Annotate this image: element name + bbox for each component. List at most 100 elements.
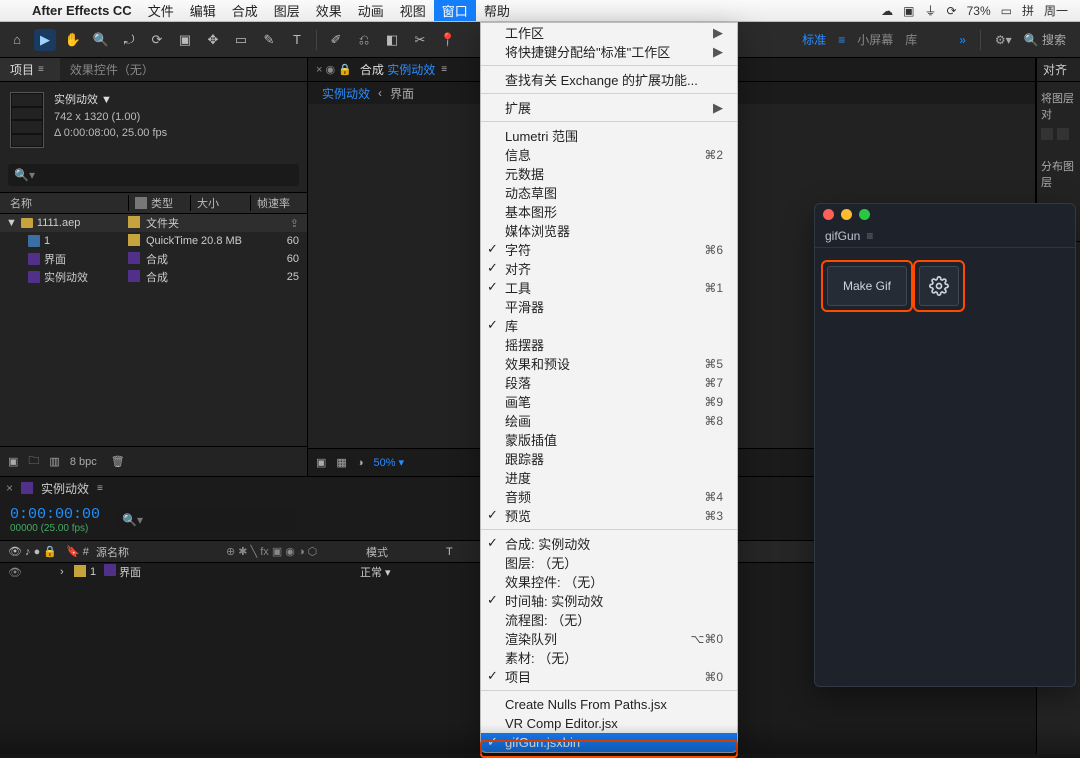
menu-item[interactable]: 跟踪器 — [481, 449, 737, 468]
breadcrumb-comp[interactable]: 实例动效 — [322, 85, 370, 102]
menu-item[interactable]: 平滑器 — [481, 297, 737, 316]
anchor-tool-icon[interactable]: ✥ — [202, 29, 224, 51]
menu-item[interactable]: 画笔⌘9 — [481, 392, 737, 411]
project-row[interactable]: 1 QuickTime 20.8 MB 60 — [0, 232, 307, 250]
gifgun-settings-button[interactable] — [919, 266, 959, 306]
menu-item[interactable]: ✓库 — [481, 316, 737, 335]
rotate-tool-icon[interactable]: ⟳ — [146, 29, 168, 51]
menu-item[interactable]: 将快捷键分配给"标准"工作区▶ — [481, 42, 737, 61]
menu-window[interactable]: 窗口 — [434, 0, 476, 21]
panel-align-title[interactable]: 对齐 — [1043, 61, 1067, 78]
comp-tab-name[interactable]: 实例动效 — [387, 61, 435, 78]
workspace-menu-icon[interactable]: ≡ — [838, 33, 845, 47]
search-icon[interactable]: 🔍 搜索 — [1024, 31, 1066, 48]
new-comp-icon[interactable]: ▥ — [49, 455, 59, 468]
project-search-input[interactable]: 🔍▾ — [8, 164, 299, 186]
menu-animation[interactable]: 动画 — [350, 0, 392, 21]
menu-item[interactable]: 工作区▶ — [481, 23, 737, 42]
project-row[interactable]: ▼1111.aep 文件夹 ⇪ — [0, 214, 307, 232]
menu-help[interactable]: 帮助 — [476, 0, 518, 21]
breadcrumb-layer[interactable]: 界面 — [390, 85, 414, 102]
hand-tool-icon[interactable]: ✋ — [62, 29, 84, 51]
home-icon[interactable]: ⌂ — [6, 29, 28, 51]
workspace-library[interactable]: 库 — [905, 31, 917, 48]
minimize-traffic-icon[interactable] — [841, 209, 852, 220]
brush-tool-icon[interactable]: ✐ — [325, 29, 347, 51]
wechat-icon[interactable]: ☁ — [881, 4, 893, 18]
tab-project[interactable]: 项目 ≡ — [0, 58, 60, 81]
menu-item[interactable]: ✓项目⌘0 — [481, 667, 737, 686]
col-header-size[interactable]: 大小 — [190, 195, 250, 211]
zoom-tool-icon[interactable]: 🔍 — [90, 29, 112, 51]
menu-item[interactable]: 媒体浏览器 — [481, 221, 737, 240]
selection-tool-icon[interactable]: ▶ — [34, 29, 56, 51]
menu-item[interactable]: 基本图形 — [481, 202, 737, 221]
menu-item[interactable]: ✓对齐 — [481, 259, 737, 278]
viewer-mask-icon[interactable]: ◑ — [357, 457, 364, 469]
menu-item[interactable]: 摇摆器 — [481, 335, 737, 354]
new-folder-icon[interactable]: 🗀 — [28, 452, 39, 471]
menu-view[interactable]: 视图 — [392, 0, 434, 21]
col-header-type[interactable]: 类型 — [128, 195, 190, 211]
menu-edit[interactable]: 编辑 — [182, 0, 224, 21]
menu-item[interactable]: ✓工具⌘1 — [481, 278, 737, 297]
wifi-icon[interactable]: ⏚ — [925, 2, 937, 19]
menu-item[interactable]: Create Nulls From Paths.jsx — [481, 695, 737, 714]
menu-item[interactable]: 音频⌘4 — [481, 487, 737, 506]
pen-tool-icon[interactable]: ✎ — [258, 29, 280, 51]
timeline-search[interactable]: 🔍▾ — [116, 509, 296, 531]
trash-icon[interactable]: 🗑 — [111, 455, 125, 468]
camera-tool-icon[interactable]: ▣ — [174, 29, 196, 51]
menu-item[interactable]: ✓字符⌘6 — [481, 240, 737, 259]
clone-tool-icon[interactable]: ⎌ — [353, 29, 375, 51]
menu-item[interactable]: 绘画⌘8 — [481, 411, 737, 430]
menu-item[interactable]: 查找有关 Exchange 的扩展功能... — [481, 70, 737, 89]
orbit-tool-icon[interactable]: ⤾ — [118, 29, 140, 51]
menu-item[interactable]: Lumetri 范围 — [481, 126, 737, 145]
col-header-fps[interactable]: 帧速率 — [250, 195, 307, 211]
rect-tool-icon[interactable]: ▭ — [230, 29, 252, 51]
viewer-grid-icon[interactable]: ▦ — [336, 456, 346, 469]
roto-tool-icon[interactable]: ✂ — [409, 29, 431, 51]
puppet-tool-icon[interactable]: 📍 — [437, 29, 459, 51]
menu-file[interactable]: 文件 — [140, 0, 182, 21]
col-header-name[interactable]: 名称 — [0, 195, 128, 211]
menu-item[interactable]: 进度 — [481, 468, 737, 487]
menu-item[interactable]: 蒙版插值 — [481, 430, 737, 449]
ime-indicator[interactable]: 拼 — [1022, 2, 1034, 19]
text-tool-icon[interactable]: T — [286, 29, 308, 51]
menu-item[interactable]: 流程图: （无） — [481, 610, 737, 629]
sync-icon[interactable]: ⟳ — [947, 4, 957, 18]
project-row[interactable]: 界面 合成 60 — [0, 250, 307, 268]
menu-item[interactable]: ✓时间轴: 实例动效 — [481, 591, 737, 610]
menu-item[interactable]: 渲染队列⌥⌘0 — [481, 629, 737, 648]
interpret-icon[interactable]: ▣ — [8, 455, 18, 468]
bpc-indicator[interactable]: 8 bpc — [70, 456, 97, 468]
timecode[interactable]: 0:00:00:00 — [0, 506, 100, 523]
menu-item[interactable]: 图层: （无） — [481, 553, 737, 572]
gifgun-window[interactable]: gifGun ≡ Make Gif — [814, 203, 1076, 687]
tab-effect-controls[interactable]: 效果控件（无） — [60, 58, 164, 81]
eraser-tool-icon[interactable]: ◧ — [381, 29, 403, 51]
menu-item[interactable]: ✓合成: 实例动效 — [481, 534, 737, 553]
menu-item[interactable]: 段落⌘7 — [481, 373, 737, 392]
zoom-dropdown[interactable]: 50% ▾ — [373, 456, 404, 469]
app-name[interactable]: After Effects CC — [24, 3, 140, 18]
menu-item[interactable]: 素材: （无） — [481, 648, 737, 667]
workspace-standard[interactable]: 标准 — [802, 31, 826, 48]
menu-item[interactable]: 效果控件: （无） — [481, 572, 737, 591]
project-row[interactable]: 实例动效 合成 25 — [0, 268, 307, 286]
close-traffic-icon[interactable] — [823, 209, 834, 220]
settings-icon[interactable]: ⚙▾ — [995, 33, 1012, 47]
menu-composition[interactable]: 合成 — [224, 0, 266, 21]
timeline-tab[interactable]: 实例动效 — [41, 480, 89, 497]
menu-item[interactable]: 元数据 — [481, 164, 737, 183]
viewer-res-icon[interactable]: ▣ — [316, 456, 326, 469]
menu-layer[interactable]: 图层 — [266, 0, 308, 21]
make-gif-button[interactable]: Make Gif — [827, 266, 907, 306]
menu-item[interactable]: 扩展▶ — [481, 98, 737, 117]
menu-item[interactable]: 效果和预设⌘5 — [481, 354, 737, 373]
zoom-traffic-icon[interactable] — [859, 209, 870, 220]
workspace-small[interactable]: 小屏幕 — [857, 31, 893, 48]
menu-item[interactable]: 动态草图 — [481, 183, 737, 202]
